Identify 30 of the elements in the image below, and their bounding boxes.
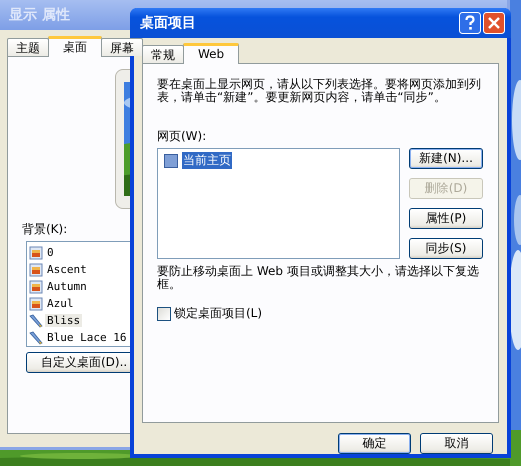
web-pages-label: 网页(W): bbox=[157, 128, 208, 145]
tab[interactable]: 桌面 bbox=[48, 36, 102, 57]
action-button[interactable]: 属性(P) bbox=[409, 208, 483, 229]
tab[interactable]: 主题 bbox=[7, 38, 49, 56]
image-file-icon bbox=[29, 280, 43, 294]
cancel-button[interactable]: 取消 bbox=[420, 433, 493, 454]
window-title: 显示 属性 bbox=[9, 6, 70, 24]
image-file-icon bbox=[29, 296, 43, 310]
lock-items-label: 锁定桌面项目(L) bbox=[174, 305, 262, 322]
paint-brush-icon bbox=[29, 314, 43, 328]
ok-button[interactable]: 确定 bbox=[338, 433, 411, 454]
tab[interactable]: 屏幕 bbox=[101, 38, 143, 56]
window-title: 桌面项目 bbox=[140, 14, 196, 32]
lock-hint-text: 要防止移动桌面上 Web 项目或调整其大小，请选择以下复选框。 bbox=[157, 265, 480, 291]
close-icon[interactable] bbox=[483, 12, 505, 34]
checkbox[interactable] bbox=[157, 306, 171, 320]
tab[interactable]: 常规 bbox=[142, 45, 184, 63]
list-item[interactable]: 0 bbox=[29, 244, 183, 261]
background-label: 背景(K): bbox=[22, 221, 68, 238]
action-button[interactable]: 新建(N)... bbox=[409, 148, 483, 169]
instructions-text: 要在桌面上显示网页，请从以下列表选择。要将网页添加到列表，请单击“新建”。要更新网页内容，请单击“同步”。 bbox=[157, 78, 482, 104]
paint-brush-icon bbox=[29, 330, 43, 344]
checkbox[interactable] bbox=[164, 154, 178, 168]
tab[interactable]: Web bbox=[183, 43, 240, 64]
image-file-icon bbox=[29, 246, 43, 260]
help-icon[interactable] bbox=[459, 12, 481, 34]
image-file-icon bbox=[29, 262, 43, 276]
list-item[interactable]: Blue Lace 16 bbox=[29, 329, 183, 346]
action-button[interactable]: 同步(S) bbox=[409, 238, 483, 259]
list-item[interactable]: 当前主页 bbox=[182, 152, 232, 169]
